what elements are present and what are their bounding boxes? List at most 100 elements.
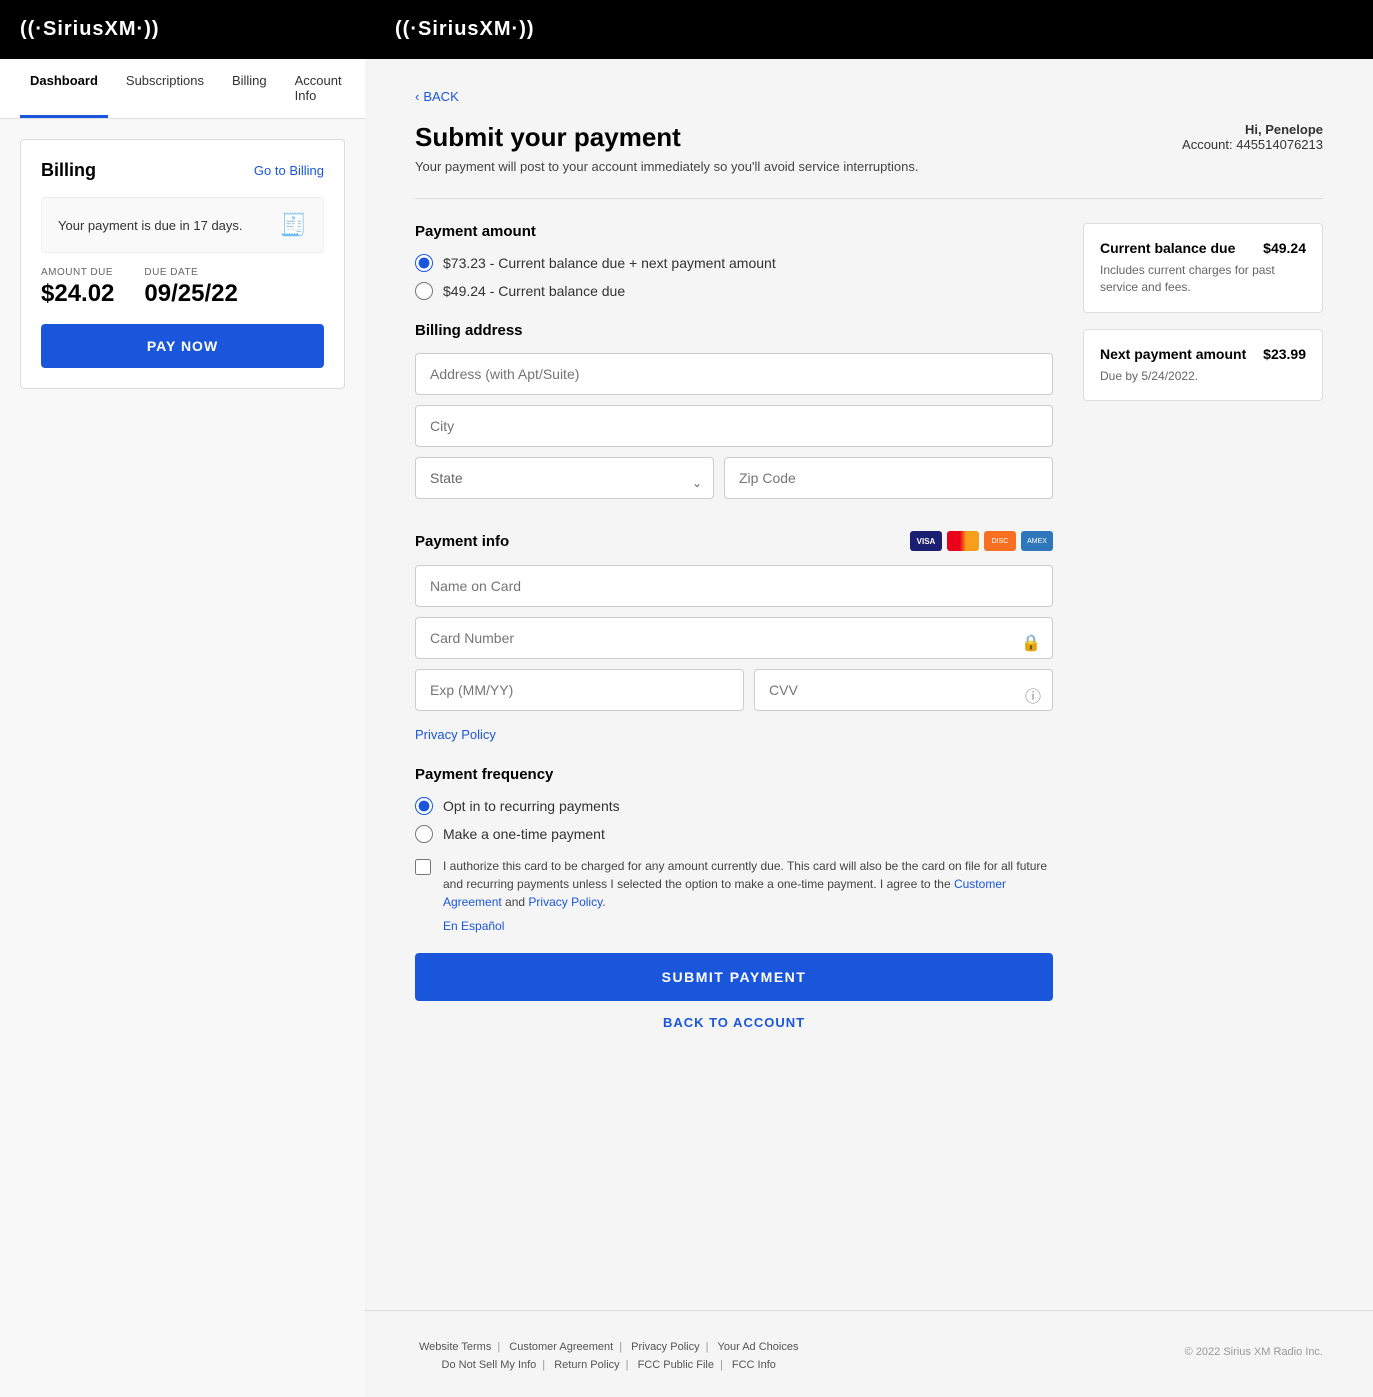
authorization-checkbox[interactable] <box>415 859 431 875</box>
payment-frequency-label: Payment frequency <box>415 766 1053 783</box>
nav-item-dashboard[interactable]: Dashboard <box>20 59 108 118</box>
frequency-option-2-radio[interactable] <box>415 825 433 843</box>
card-number-wrap: 🔒 <box>415 617 1053 669</box>
pay-now-button[interactable]: PAY NOW <box>41 324 324 368</box>
cvv-input[interactable] <box>754 669 1053 711</box>
payment-option-1[interactable]: $73.23 - Current balance due + next paym… <box>415 254 1053 272</box>
payment-option-1-radio[interactable] <box>415 254 433 272</box>
current-balance-amount: $49.24 <box>1263 240 1306 256</box>
amount-due-value: $24.02 <box>41 280 114 308</box>
receipt-icon: 🧾 <box>280 212 307 238</box>
payment-info-label: Payment info <box>415 533 509 550</box>
payment-amount-label: Payment amount <box>415 223 1053 240</box>
left-logo: ((·SiriusXM·)) <box>20 18 345 41</box>
current-balance-title: Current balance due <box>1100 240 1235 256</box>
cvv-help-icon[interactable]: ⓘ <box>1025 683 1041 707</box>
state-select-wrap: State ⌄ <box>415 457 714 509</box>
right-panel: ((·SiriusXM·)) ‹ BACK Submit your paymen… <box>365 0 1373 1397</box>
user-greeting: Hi, Penelope <box>1182 122 1323 137</box>
current-balance-card: Current balance due $49.24 Includes curr… <box>1083 223 1323 313</box>
auth-and: and <box>502 895 529 909</box>
right-logo: ((·SiriusXM·)) <box>395 18 1343 41</box>
current-balance-row: Current balance due $49.24 <box>1100 240 1306 256</box>
payment-option-1-label: $73.23 - Current balance due + next paym… <box>443 255 776 271</box>
nav-item-account-info[interactable]: Account Info <box>285 59 352 118</box>
exp-cvv-row: ⓘ <box>415 669 1053 721</box>
city-input[interactable] <box>415 405 1053 447</box>
discover-icon: DISC <box>984 531 1016 551</box>
side-info: Current balance due $49.24 Includes curr… <box>1083 223 1323 1030</box>
footer-website-terms[interactable]: Website Terms <box>419 1341 491 1353</box>
auth-end: . <box>602 895 605 909</box>
en-espanol-link[interactable]: En Español <box>443 919 1053 933</box>
payment-due-text: Your payment is due in 17 days. <box>58 218 243 233</box>
form-section: Payment amount $73.23 - Current balance … <box>415 223 1053 1030</box>
payment-frequency-section: Payment frequency Opt in to recurring pa… <box>415 766 1053 843</box>
next-payment-row: Next payment amount $23.99 <box>1100 346 1306 362</box>
exp-input[interactable] <box>415 669 744 711</box>
back-to-account-link[interactable]: BACK TO ACCOUNT <box>415 1015 1053 1030</box>
back-chevron-icon: ‹ <box>415 89 419 104</box>
name-on-card-input[interactable] <box>415 565 1053 607</box>
footer-fcc-public[interactable]: FCC Public File <box>638 1359 714 1371</box>
page-title: Submit your payment <box>415 122 681 153</box>
footer-copyright: © 2022 Sirius XM Radio Inc. <box>1185 1346 1323 1358</box>
state-select[interactable]: State <box>415 457 714 499</box>
next-payment-desc: Due by 5/24/2022. <box>1100 368 1306 385</box>
auth-privacy-link[interactable]: Privacy Policy <box>528 895 602 909</box>
footer-bottom: Website Terms| Customer Agreement| Priva… <box>415 1341 1323 1377</box>
payment-info-section: Payment info VISA DISC AMEX 🔒 <box>415 531 1053 744</box>
footer-customer-agreement[interactable]: Customer Agreement <box>509 1341 613 1353</box>
page-subtitle: Your payment will post to your account i… <box>415 159 1323 174</box>
page-title-row: Submit your payment Hi, Penelope Account… <box>415 122 1323 153</box>
account-number: Account: 445514076213 <box>1182 137 1323 152</box>
footer-links-2: Do Not Sell My Info| Return Policy| FCC … <box>415 1359 802 1371</box>
next-payment-title: Next payment amount <box>1100 346 1246 362</box>
payment-option-2[interactable]: $49.24 - Current balance due <box>415 282 1053 300</box>
address-input[interactable] <box>415 353 1053 395</box>
frequency-option-2[interactable]: Make a one-time payment <box>415 825 1053 843</box>
billing-card-header: Billing Go to Billing <box>41 160 324 181</box>
divider <box>415 198 1323 199</box>
card-number-input[interactable] <box>415 617 1053 659</box>
right-header: ((·SiriusXM·)) <box>365 0 1373 59</box>
billing-card-title: Billing <box>41 160 96 181</box>
user-info: Hi, Penelope Account: 445514076213 <box>1182 122 1323 152</box>
footer-links-1: Website Terms| Customer Agreement| Priva… <box>415 1341 802 1353</box>
visa-icon: VISA <box>910 531 942 551</box>
zip-input[interactable] <box>724 457 1053 499</box>
submit-payment-button[interactable]: SUBMIT PAYMENT <box>415 953 1053 1001</box>
left-header: ((·SiriusXM·)) <box>0 0 365 59</box>
nav-item-billing[interactable]: Billing <box>222 59 277 118</box>
nav-item-subscriptions[interactable]: Subscriptions <box>116 59 214 118</box>
frequency-option-1-radio[interactable] <box>415 797 433 815</box>
main-layout: Payment amount $73.23 - Current balance … <box>415 223 1323 1030</box>
footer-your-ad-choices[interactable]: Your Ad Choices <box>718 1341 799 1353</box>
footer-links-wrap: Website Terms| Customer Agreement| Priva… <box>415 1341 802 1377</box>
frequency-option-1[interactable]: Opt in to recurring payments <box>415 797 1053 815</box>
amount-row: AMOUNT DUE $24.02 DUE DATE 09/25/22 <box>41 267 324 308</box>
due-date-value: 09/25/22 <box>144 280 237 308</box>
privacy-policy-link[interactable]: Privacy Policy <box>415 727 496 742</box>
frequency-option-1-label: Opt in to recurring payments <box>443 798 620 814</box>
left-content: Billing Go to Billing Your payment is du… <box>0 119 365 1397</box>
authorization-text: I authorize this card to be charged for … <box>443 857 1053 911</box>
amount-due-block: AMOUNT DUE $24.02 <box>41 267 114 308</box>
billing-card: Billing Go to Billing Your payment is du… <box>20 139 345 389</box>
next-payment-card: Next payment amount $23.99 Due by 5/24/2… <box>1083 329 1323 402</box>
footer-return-policy[interactable]: Return Policy <box>554 1359 619 1371</box>
footer-privacy-policy[interactable]: Privacy Policy <box>631 1341 699 1353</box>
card-icons: VISA DISC AMEX <box>910 531 1053 551</box>
due-date-block: DUE DATE 09/25/22 <box>144 267 237 308</box>
footer-do-not-sell[interactable]: Do Not Sell My Info <box>442 1359 537 1371</box>
billing-address-label: Billing address <box>415 322 1053 339</box>
back-link[interactable]: ‹ BACK <box>415 89 1323 104</box>
footer: Website Terms| Customer Agreement| Priva… <box>365 1310 1373 1397</box>
state-zip-row: State ⌄ <box>415 457 1053 509</box>
left-nav: Dashboard Subscriptions Billing Account … <box>0 59 365 119</box>
go-to-billing-link[interactable]: Go to Billing <box>254 163 324 178</box>
lock-icon: 🔒 <box>1021 633 1041 653</box>
footer-fcc-info[interactable]: FCC Info <box>732 1359 776 1371</box>
payment-option-2-radio[interactable] <box>415 282 433 300</box>
payment-due-banner: Your payment is due in 17 days. 🧾 <box>41 197 324 253</box>
